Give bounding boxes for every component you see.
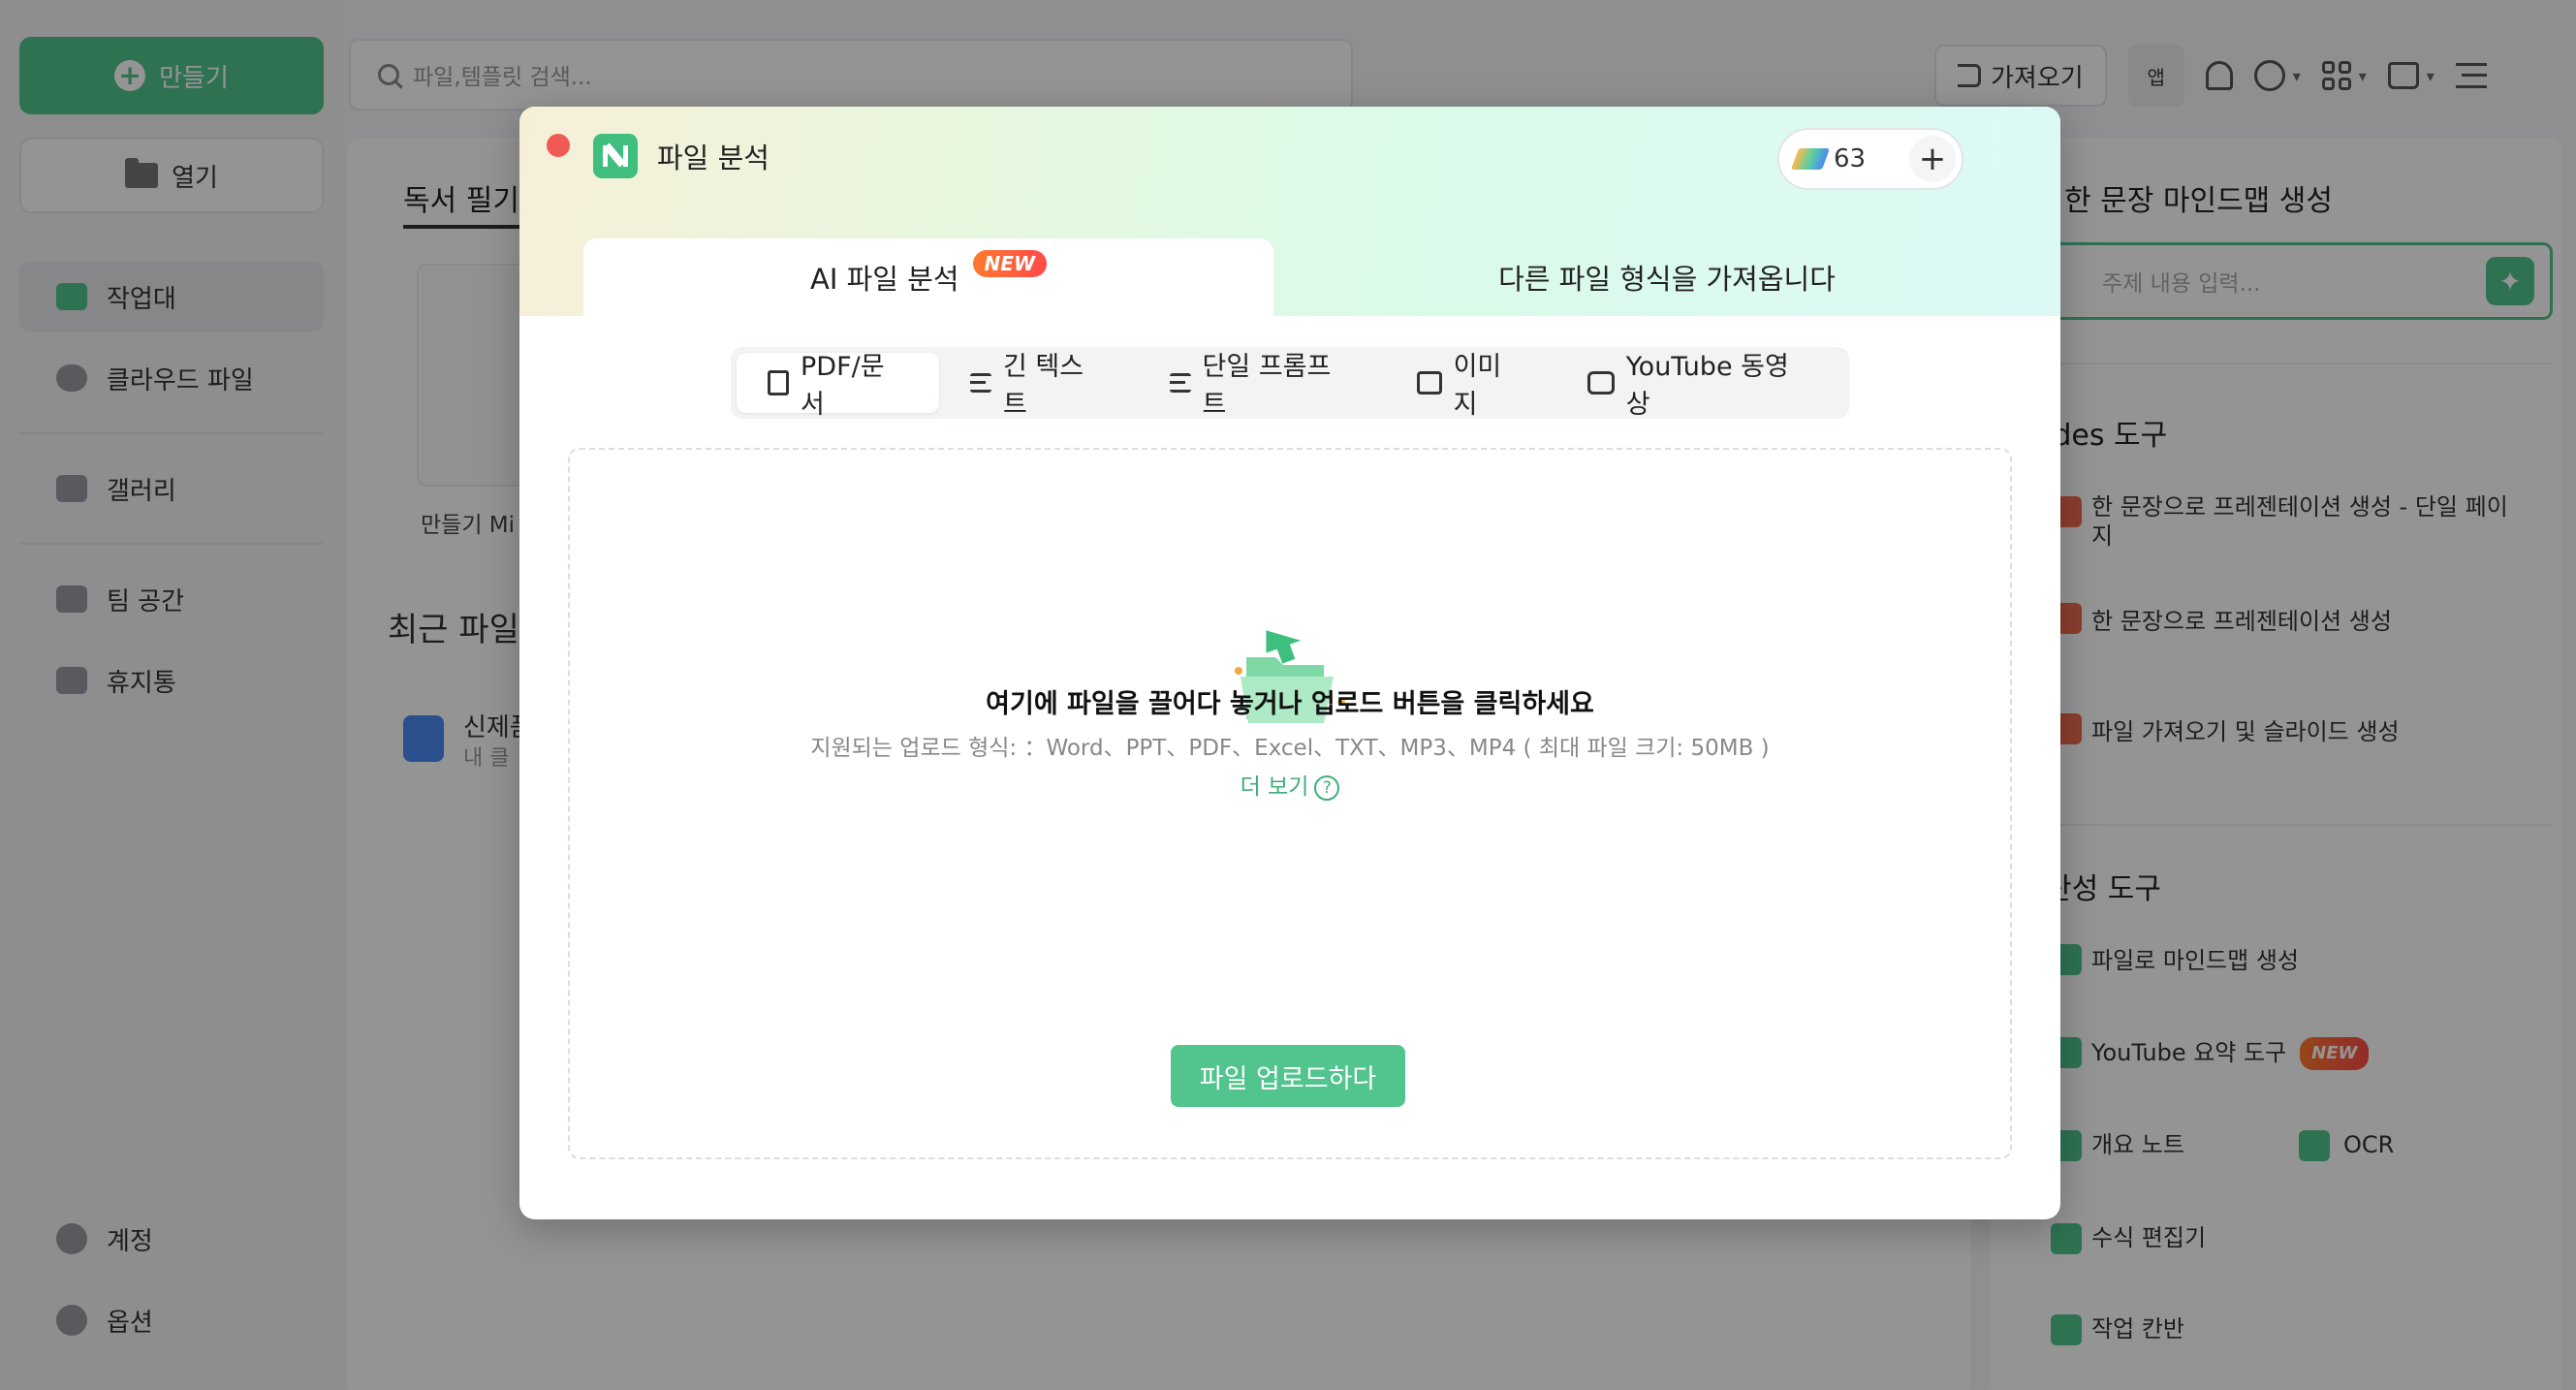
see-more-link[interactable]: 더 보기? [570, 768, 2010, 801]
file-analysis-modal: 파일 분석 63 + AI 파일 분석 NEW 다른 파일 형식을 가져옵니다 … [519, 107, 2060, 1219]
subtab-image[interactable]: 이미지 [1386, 352, 1556, 420]
prompt-icon [1169, 373, 1191, 393]
source-type-tabs: PDF/문서 긴 텍스트 단일 프롬프트 이미지 YouTube 동영상 [731, 347, 1849, 420]
document-icon [768, 370, 789, 395]
subtab-label: PDF/문서 [801, 352, 885, 420]
subtab-label: YouTube 동영상 [1625, 352, 1789, 420]
tab-label: 다른 파일 형식을 가져옵니다 [1498, 263, 1836, 296]
subtab-label: 단일 프롬프트 [1202, 352, 1332, 420]
app-logo-icon [593, 134, 638, 178]
subtab-long-text[interactable]: 긴 텍스트 [939, 352, 1139, 420]
question-icon: ? [1314, 774, 1340, 801]
modal-title: 파일 분석 [657, 142, 770, 174]
tab-label: AI 파일 분석 [809, 263, 959, 296]
subtab-label: 이미지 [1453, 352, 1502, 420]
subtab-label: 긴 텍스트 [1002, 352, 1084, 420]
add-credits-button[interactable]: + [1909, 136, 1956, 182]
tab-ai-file-analysis[interactable]: AI 파일 분석 NEW [583, 238, 1273, 316]
new-badge: NEW [972, 250, 1048, 277]
play-icon [1586, 371, 1615, 395]
supported-formats: 지원되는 업로드 형식: ：Word、PPT、PDF、Excel、TXT、MP3… [810, 736, 1770, 761]
modal-header: 파일 분석 63 + AI 파일 분석 NEW 다른 파일 형식을 가져옵니다 [519, 107, 2060, 316]
drop-instruction: 여기에 파일을 끌어다 놓거나 업로드 버튼을 클릭하세요 [986, 689, 1594, 719]
credits-icon [1790, 148, 1831, 170]
subtab-pdf-document[interactable]: PDF/문서 [737, 352, 939, 420]
credits-count: 63 [1834, 144, 1867, 174]
file-dropzone[interactable]: 여기에 파일을 끌어다 놓거나 업로드 버튼을 클릭하세요 지원되는 업로드 형… [568, 448, 2012, 1159]
app-window: + 만들기 열기 작업대 클라우드 파일 갤러리 팀 공간 휴지통 계정 옵션 … [0, 0, 2576, 1390]
text-lines-icon [969, 373, 991, 393]
subtab-youtube-video[interactable]: YouTube 동영상 [1556, 352, 1843, 420]
upload-file-button[interactable]: 파일 업로드하다 [1171, 1045, 1405, 1107]
subtab-single-prompt[interactable]: 단일 프롬프트 [1139, 352, 1386, 420]
credits-pill: 63 + [1777, 128, 1963, 190]
image-icon [1416, 371, 1442, 395]
see-more-label: 더 보기 [1240, 774, 1309, 800]
tab-import-other-formats[interactable]: 다른 파일 형식을 가져옵니다 [1273, 238, 2060, 316]
close-button[interactable] [547, 134, 570, 157]
